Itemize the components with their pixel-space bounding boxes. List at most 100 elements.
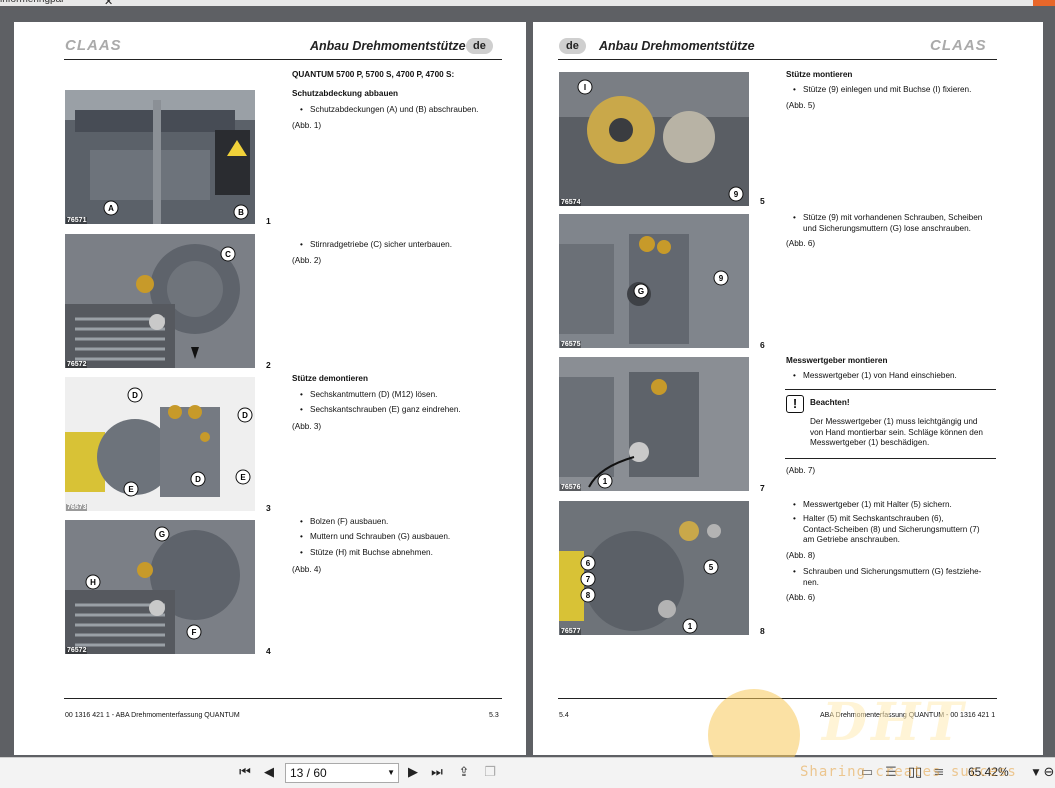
note-line: Messwertgeber (1) beschädigen. [810, 438, 930, 447]
bullet-line: Contact-Scheiben (8) und Sicherungsmutte… [803, 524, 980, 534]
last-page-icon[interactable]: ⏭ [428, 764, 446, 782]
footer-doc-id: 00 1316 421 1 - ABA Drehmomenterfassung … [65, 712, 240, 719]
photo-code: 76573 [66, 504, 88, 511]
fig-number: 3 [266, 503, 271, 513]
lang-badge: de [466, 38, 493, 54]
photo-code: 76575 [560, 341, 582, 348]
claas-logo: CLAAS [930, 37, 987, 54]
photo-fig-7: 1 76576 [559, 357, 749, 491]
section-title: Schutzabdeckung abbauen [292, 89, 398, 98]
figure-ref: (Abb. 6) [786, 593, 816, 602]
svg-text:D: D [195, 475, 201, 484]
svg-text:I: I [584, 83, 586, 92]
bullet-line: Halter (5) mit Sechskantschrauben (6), [803, 514, 944, 523]
page-header-title: Anbau Drehmomentstütze [599, 39, 755, 53]
watermark-text: Sharing creates success [800, 764, 1017, 780]
svg-text:E: E [240, 473, 246, 482]
bullet-item: Schrauben und Sicherungsmuttern (G) fest… [793, 567, 981, 588]
svg-text:5: 5 [709, 563, 714, 572]
bullet-item: Messwertgeber (1) von Hand einschieben. [793, 371, 957, 382]
svg-text:A: A [108, 204, 114, 213]
figure-ref: (Abb. 5) [786, 101, 816, 110]
bullet-item: Halter (5) mit Sechskantschrauben (6), C… [793, 514, 980, 546]
bullet-item: Sechskantschrauben (E) ganz eindrehen. [300, 405, 461, 416]
section-title: Messwertgeber montieren [786, 356, 888, 365]
bullet-line: und Sicherungsmuttern (G) lose anschraub… [803, 223, 971, 233]
photo-fig-1: A B 76571 [65, 90, 255, 224]
page-left: CLAAS Anbau Drehmomentstütze de A B 7657… [14, 22, 526, 755]
page-number-input[interactable]: 13 / 60 ▼ [285, 763, 399, 783]
photo-fig-4: G H F 76572 [65, 520, 255, 654]
photo-fig-3: D D D E E 76573 [65, 377, 255, 511]
bullet-item: Muttern und Schrauben (G) ausbauen. [300, 532, 450, 543]
next-page-icon[interactable]: ▶ [404, 764, 422, 782]
zoom-out-icon[interactable]: ⊖ [1040, 764, 1055, 782]
figure-ref: (Abb. 2) [292, 256, 322, 265]
figure-ref: (Abb. 3) [292, 422, 322, 431]
svg-text:6: 6 [586, 559, 591, 568]
svg-text:D: D [242, 411, 248, 420]
photo-fig-2: C 76572 [65, 234, 255, 368]
first-page-icon[interactable]: ⏮ [236, 764, 254, 782]
header-rule [64, 59, 502, 60]
prev-page-icon[interactable]: ◀ [260, 764, 278, 782]
footer-page-number: 5.3 [489, 712, 499, 719]
bullet-item: Bolzen (F) ausbauen. [300, 517, 388, 528]
export-page-icon[interactable]: ⇪ [455, 764, 473, 782]
note-line: Der Messwertgeber (1) muss leichtgängig … [810, 417, 978, 426]
photo-code: 76572 [66, 361, 88, 368]
photo-code: 76576 [560, 484, 582, 491]
bullet-item: Sechskantmuttern (D) (M12) lösen. [300, 390, 437, 401]
svg-text:1: 1 [603, 477, 608, 486]
svg-text:B: B [238, 208, 244, 217]
bullet-item: Stütze (H) mit Buchse abnehmen. [300, 548, 433, 559]
note-line: von Hand montierbar sein. Schläge können… [810, 427, 983, 437]
header-rule [558, 59, 997, 60]
svg-text:8: 8 [586, 591, 591, 600]
section-title: Stütze demontieren [292, 374, 368, 383]
footer-rule [64, 698, 502, 699]
section-title: Stütze montieren [786, 70, 853, 79]
note-text: Der Messwertgeber (1) muss leichtgängig … [810, 417, 983, 449]
bullet-item: Stütze (9) einlegen und mit Buchse (I) f… [793, 85, 971, 96]
fig-number: 4 [266, 646, 271, 656]
footer-page-number: 5.4 [559, 712, 569, 719]
fig-number: 2 [266, 360, 271, 370]
photo-code: 76572 [66, 647, 88, 654]
page-right: de Anbau Drehmomentstütze CLAAS I 9 7657… [533, 22, 1043, 755]
chevron-down-icon[interactable]: ▼ [387, 764, 395, 782]
svg-text:1: 1 [688, 622, 693, 631]
fig-number: 5 [760, 196, 765, 206]
svg-text:G: G [638, 287, 644, 296]
svg-text:H: H [90, 578, 96, 587]
note-title: Beachten! [810, 398, 850, 407]
fig-number: 6 [760, 340, 765, 350]
figure-ref: (Abb. 7) [786, 466, 816, 475]
model-heading: QUANTUM 5700 P, 5700 S, 4700 P, 4700 S: [292, 70, 455, 79]
svg-text:9: 9 [719, 274, 724, 283]
page-header-title: Anbau Drehmomentstütze [310, 39, 466, 53]
svg-text:E: E [128, 485, 134, 494]
figure-ref: (Abb. 4) [292, 565, 322, 574]
svg-text:D: D [132, 391, 138, 400]
bullet-line: Schrauben und Sicherungsmuttern (G) fest… [803, 567, 982, 576]
fig-number: 7 [760, 483, 765, 493]
note-top-rule [785, 389, 996, 390]
fig-number: 1 [266, 216, 271, 226]
bullet-item: Stirnradgetriebe (C) sicher unterbauen. [300, 240, 452, 251]
figure-ref: (Abb. 6) [786, 239, 816, 248]
bullet-line: nen. [803, 577, 819, 587]
photo-code: 76577 [560, 628, 582, 635]
lang-badge: de [559, 38, 586, 54]
bullet-item: Messwertgeber (1) mit Halter (5) sichern… [793, 500, 952, 511]
tab-title[interactable]: informeringpal [0, 0, 63, 5]
svg-text:F: F [192, 628, 197, 637]
bullet-line: Stütze (9) mit vorhandenen Schrauben, Sc… [803, 213, 983, 222]
claas-logo: CLAAS [65, 37, 122, 54]
fig-number: 8 [760, 626, 765, 636]
svg-text:C: C [225, 250, 231, 259]
photo-code: 76571 [66, 217, 88, 224]
note-bottom-rule [785, 458, 996, 459]
watermark-logo-mark: DHT [822, 692, 967, 753]
copy-page-icon[interactable]: ❐ [481, 764, 499, 782]
